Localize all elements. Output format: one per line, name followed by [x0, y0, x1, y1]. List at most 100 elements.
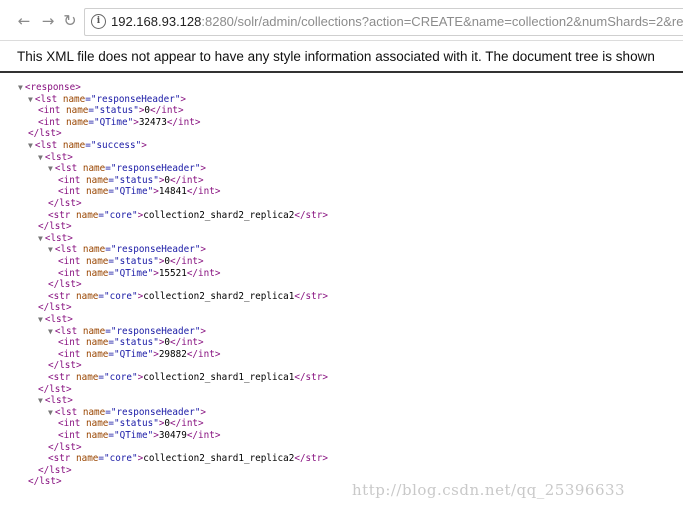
attr-value: core [109, 290, 132, 302]
browser-toolbar: ← → ↻ i 192.168.93.128:8280/solr/admin/c… [0, 0, 683, 41]
tag-name: int [43, 116, 61, 128]
tag-name: lst [40, 93, 58, 105]
tag-name: lst [50, 151, 68, 163]
xml-line: ▼ <lst name="responseHeader"> [48, 163, 207, 175]
attr-name: name [76, 290, 99, 302]
xml-line: <int name="status">0</int> [58, 256, 204, 267]
attr-value: responseHeader [116, 163, 195, 175]
attr-value: status [119, 418, 154, 430]
tag-name: lst [50, 232, 68, 244]
xml-info-text: This XML file does not appear to have an… [17, 49, 655, 64]
xml-line: <int name="QTime">32473</int> [38, 116, 201, 128]
attr-name: name [86, 174, 109, 186]
tag-name: int [181, 418, 199, 430]
tag-name: int [63, 256, 81, 267]
xml-line: </lst> [28, 128, 62, 140]
attr-value: core [109, 372, 132, 383]
xml-line: </lst> [48, 360, 82, 372]
tag-name: int [178, 116, 195, 128]
forward-arrow-icon[interactable]: → [40, 13, 56, 29]
tag-name: int [161, 105, 179, 117]
tag-name: lst [50, 395, 68, 407]
xml-line: <int name="status">0</int> [58, 174, 204, 186]
attr-name: name [86, 186, 109, 198]
attr-value: responseHeader [96, 93, 175, 105]
tag-name: int [63, 174, 81, 186]
collapse-triangle-icon[interactable]: ▼ [38, 315, 43, 324]
tag-name: int [198, 267, 215, 279]
xml-line: ▼ <lst name="responseHeader"> [48, 244, 207, 256]
attr-name: name [86, 430, 109, 441]
xml-line: ▼ <lst> [38, 395, 73, 407]
attr-name: name [86, 256, 109, 267]
tag-name: int [63, 186, 81, 198]
xml-line: </lst> [48, 198, 82, 209]
xml-line: <str name="core">collection2_shard1_repl… [48, 372, 328, 383]
tag-name: lst [60, 163, 78, 175]
collapse-triangle-icon[interactable]: ▼ [28, 141, 33, 150]
tag-name: int [43, 105, 61, 117]
tag-name: lst [59, 198, 76, 209]
url-host: 192.168.93.128 [111, 14, 202, 29]
xml-line: ▼ <lst name="success"> [28, 140, 147, 151]
collapse-triangle-icon[interactable]: ▼ [38, 153, 43, 162]
xml-line: </lst> [38, 464, 72, 476]
attr-value: core [109, 453, 132, 465]
element-value: collection2_shard2_replica1 [143, 290, 295, 302]
element-value: 15521 [158, 267, 187, 279]
xml-line: ▼ <lst> [38, 314, 73, 325]
attr-name: name [76, 453, 99, 465]
tag-name: int [181, 174, 199, 186]
element-value: 30479 [158, 430, 187, 441]
xml-line: <int name="QTime">14841</int> [58, 186, 221, 198]
xml-line: </lst> [28, 476, 62, 488]
tag-name: lst [49, 464, 66, 476]
attr-value: core [109, 209, 132, 221]
attr-name: name [62, 93, 86, 105]
attr-name: name [86, 348, 109, 360]
attr-name: name [86, 337, 109, 349]
attr-value: responseHeader [116, 244, 195, 256]
attr-value: QTime [119, 348, 148, 360]
element-value: 32473 [138, 116, 167, 128]
element-value: 29882 [158, 348, 187, 360]
collapse-triangle-icon[interactable]: ▼ [38, 396, 43, 405]
collapse-triangle-icon[interactable]: ▼ [18, 83, 23, 92]
attr-value: QTime [119, 186, 148, 198]
xml-line: <int name="QTime">15521</int> [58, 267, 221, 279]
attr-name: name [82, 163, 106, 175]
collapse-triangle-icon[interactable]: ▼ [38, 234, 43, 243]
attr-value: status [119, 337, 154, 349]
collapse-triangle-icon[interactable]: ▼ [48, 164, 53, 173]
xml-line: ▼ <lst name="responseHeader"> [28, 93, 187, 105]
xml-line: <int name="QTime">29882</int> [58, 348, 221, 360]
xml-line: <int name="status">0</int> [58, 418, 204, 430]
attr-value: status [99, 105, 134, 117]
attr-value: success [96, 140, 136, 151]
collapse-triangle-icon[interactable]: ▼ [28, 95, 33, 104]
tag-name: lst [50, 314, 68, 325]
collapse-triangle-icon[interactable]: ▼ [48, 408, 53, 417]
xml-line: <str name="core">collection2_shard1_repl… [48, 453, 328, 465]
reload-icon[interactable]: ↻ [62, 13, 78, 29]
tag-name: lst [49, 383, 66, 395]
attr-value: QTime [99, 116, 128, 128]
tag-name: int [63, 418, 81, 430]
collapse-triangle-icon[interactable]: ▼ [48, 245, 53, 254]
element-value: collection2_shard2_replica2 [143, 209, 295, 221]
collapse-triangle-icon[interactable]: ▼ [48, 327, 53, 336]
tag-name: str [305, 372, 323, 383]
tag-name: lst [60, 325, 78, 337]
xml-line: ▼ <lst> [38, 151, 73, 163]
xml-line: </lst> [48, 279, 82, 291]
tag-name: int [63, 267, 81, 279]
tag-name: lst [49, 221, 66, 233]
attr-value: responseHeader [116, 325, 195, 337]
back-arrow-icon[interactable]: ← [16, 13, 32, 29]
attr-name: name [76, 372, 99, 383]
info-icon[interactable]: i [91, 14, 106, 29]
xml-line: <int name="QTime">30479</int> [58, 430, 221, 441]
tag-name: str [53, 453, 71, 465]
tag-name: int [63, 430, 81, 441]
address-bar[interactable]: i 192.168.93.128:8280/solr/admin/collect… [84, 8, 683, 36]
